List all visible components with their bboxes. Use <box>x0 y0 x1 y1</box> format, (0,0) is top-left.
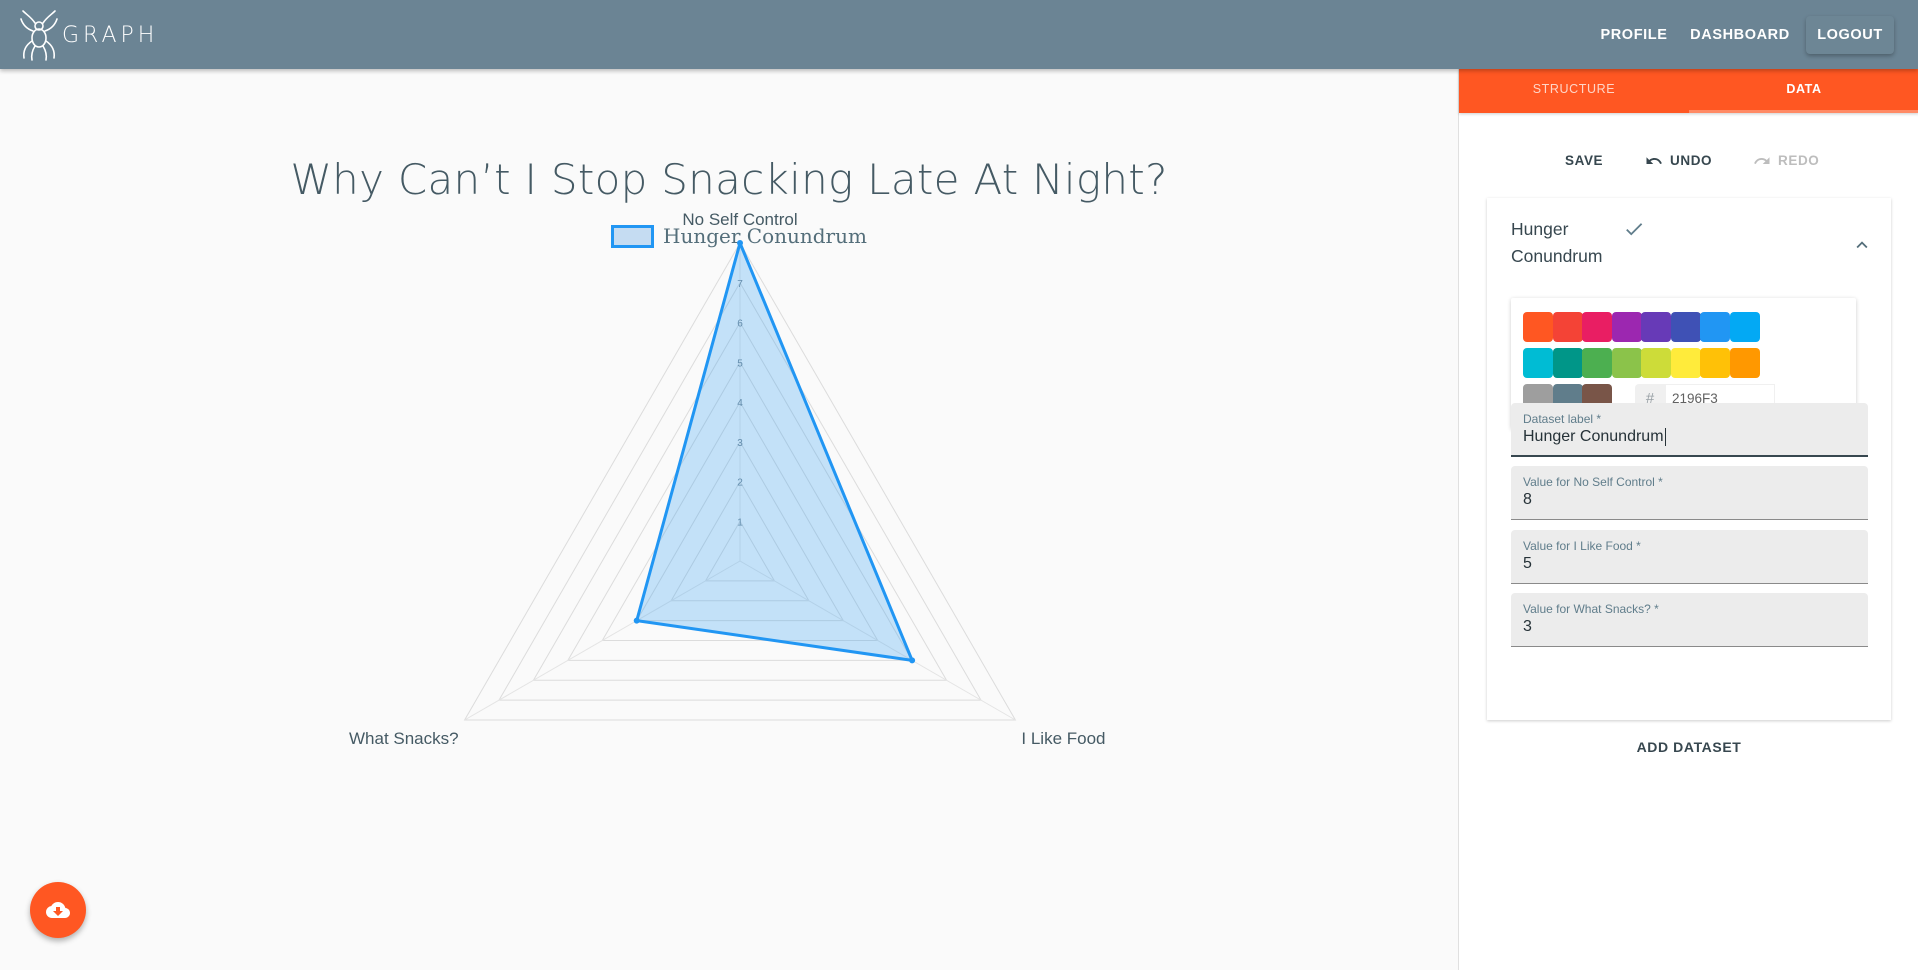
chart-legend[interactable]: Hunger Conundrum <box>611 224 867 248</box>
color-swatch[interactable] <box>1641 312 1671 342</box>
color-swatch[interactable] <box>1611 312 1642 342</box>
dataset-label-field-value: Hunger Conundrum <box>1523 428 1853 446</box>
tab-data[interactable]: DATA <box>1689 69 1918 113</box>
spider-logo-icon <box>20 10 58 61</box>
chart-title: Why Can’t I Stop Snacking Late At Night? <box>290 155 1168 204</box>
color-swatch[interactable] <box>1582 312 1612 342</box>
category-label: I Like Food <box>1021 729 1105 748</box>
radar-chart: 1234567No Self ControlI Like FoodWhat Sn… <box>349 210 1106 748</box>
value-field-value: 5 <box>1523 555 1532 572</box>
color-swatch[interactable] <box>1729 312 1760 342</box>
redo-label: REDO <box>1778 153 1820 168</box>
dataset-label-field[interactable]: Dataset label * Hunger Conundrum <box>1511 403 1868 457</box>
color-swatch[interactable] <box>1670 348 1701 378</box>
redo-button[interactable]: REDO <box>1753 143 1819 179</box>
color-swatch[interactable] <box>1582 348 1612 378</box>
value-field-value: 3 <box>1523 618 1532 635</box>
logo-text: GRAPH <box>62 22 159 48</box>
value-field-value: 8 <box>1523 491 1532 508</box>
save-label: SAVE <box>1565 153 1604 168</box>
dataset-label-text: Hunger Conundrum <box>1523 428 1664 446</box>
redo-icon <box>1754 157 1770 164</box>
logout-button[interactable]: LOGOUT <box>1806 16 1894 54</box>
chart-area: 1234567No Self ControlI Like FoodWhat Sn… <box>0 69 1458 970</box>
category-label: What Snacks? <box>349 729 459 748</box>
top-app-bar: GRAPH PROFILE DASHBOARD LOGOUT <box>0 0 1918 69</box>
color-swatch[interactable] <box>1523 312 1553 342</box>
legend-label: Hunger Conundrum <box>663 224 867 248</box>
color-swatch[interactable] <box>1552 348 1583 378</box>
value-field-label: Value for What Snacks? * <box>1523 602 1659 616</box>
nav-dashboard-button[interactable]: DASHBOARD <box>1688 16 1792 54</box>
undo-button[interactable]: UNDO <box>1645 143 1712 179</box>
dataset-title: Hunger Conundrum <box>1511 219 1603 266</box>
value-field-what-snacks[interactable]: Value for What Snacks? * 3 <box>1511 593 1868 647</box>
value-field-no-self-control[interactable]: Value for No Self Control * 8 <box>1511 466 1868 520</box>
color-swatch[interactable] <box>1670 312 1701 342</box>
data-point <box>633 617 640 624</box>
dataset-label-field-label: Dataset label * <box>1523 412 1602 426</box>
color-swatch[interactable] <box>1552 312 1583 342</box>
series-area <box>635 241 914 662</box>
text-cursor <box>1664 428 1666 446</box>
cloud-download-icon <box>46 902 70 918</box>
color-swatch[interactable] <box>1611 348 1642 378</box>
value-field-label: Value for No Self Control * <box>1523 475 1663 489</box>
download-button[interactable] <box>30 882 86 938</box>
legend-swatch <box>611 224 654 248</box>
editor-side-panel: STRUCTURE DATA SAVE UNDO REDO Hunger Con… <box>1458 69 1918 970</box>
save-button[interactable]: SAVE <box>1565 143 1603 179</box>
dataset-card: Hunger Conundrum # 2196F3 Dataset label … <box>1487 198 1891 720</box>
value-field-label: Value for I Like Food * <box>1523 539 1641 553</box>
nav-profile-button[interactable]: PROFILE <box>1590 16 1678 54</box>
chevron-up-icon[interactable] <box>1851 234 1873 261</box>
check-icon[interactable] <box>1623 218 1645 245</box>
color-swatch[interactable] <box>1641 348 1671 378</box>
logo[interactable]: GRAPH <box>20 8 158 62</box>
undo-icon <box>1646 157 1662 164</box>
add-dataset-button[interactable]: ADD DATASET <box>1459 739 1918 755</box>
value-field-i-like-food[interactable]: Value for I Like Food * 5 <box>1511 530 1868 584</box>
color-swatch[interactable] <box>1700 312 1730 342</box>
undo-label: UNDO <box>1670 153 1713 168</box>
editor-tabs: STRUCTURE DATA <box>1459 69 1918 113</box>
color-swatch[interactable] <box>1729 348 1760 378</box>
edit-actions: SAVE UNDO REDO <box>1459 143 1918 179</box>
color-swatch[interactable] <box>1523 348 1553 378</box>
tab-structure[interactable]: STRUCTURE <box>1459 69 1689 113</box>
color-swatch[interactable] <box>1700 348 1730 378</box>
data-point <box>909 657 916 664</box>
